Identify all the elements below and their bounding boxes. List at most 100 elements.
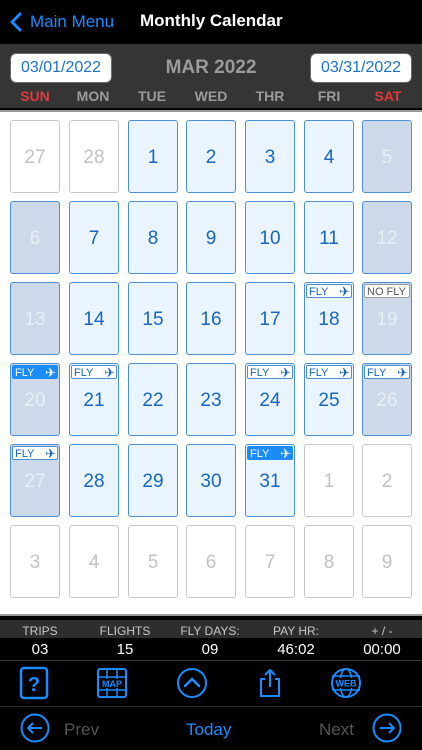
calendar-day-cell[interactable]: 28 <box>69 120 119 193</box>
calendar-day-cell[interactable]: FLY ✈ 18 <box>304 282 354 355</box>
start-date-button[interactable]: 03/01/2022 <box>10 53 112 83</box>
calendar-day-number: 19 <box>376 308 398 330</box>
calendar-day-cell[interactable]: FLY ✈ 20 <box>10 363 60 436</box>
stat-pay-hr-value: 46:02 <box>277 641 315 658</box>
end-date-button[interactable]: 03/31/2022 <box>310 53 412 83</box>
calendar-day-number: 8 <box>323 551 335 573</box>
bottom-nav: Prev Today Next <box>0 706 422 750</box>
stat-plus-minus-label: + / - <box>371 624 393 638</box>
calendar-day-cell[interactable]: 14 <box>69 282 119 355</box>
calendar-day-cell[interactable]: 23 <box>186 363 236 436</box>
calendar-day-cell[interactable]: 28 <box>69 444 119 517</box>
calendar-day-cell[interactable]: 22 <box>128 363 178 436</box>
chevron-left-icon <box>10 12 22 32</box>
calendar-day-cell[interactable]: 3 <box>10 525 60 598</box>
badge-label: FLY <box>250 367 270 379</box>
prev-button[interactable]: Prev <box>64 720 99 740</box>
map-button[interactable]: MAP <box>94 665 130 701</box>
prev-arrow-icon[interactable] <box>20 713 50 743</box>
calendar-day-number: 1 <box>147 146 159 168</box>
fly-badge: FLY ✈ <box>306 284 352 298</box>
calendar-day-cell[interactable]: 9 <box>362 525 412 598</box>
back-button[interactable]: Main Menu <box>10 9 114 35</box>
airplane-icon: ✈ <box>104 365 115 380</box>
calendar-day-cell[interactable]: FLY ✈ 21 <box>69 363 119 436</box>
calendar-day-number: 30 <box>200 470 222 492</box>
calendar-day-cell[interactable]: FLY ✈ 24 <box>245 363 295 436</box>
calendar-day-number: 9 <box>381 551 393 573</box>
scroll-up-button[interactable] <box>174 665 210 701</box>
calendar-day-cell[interactable]: 13 <box>10 282 60 355</box>
badge-label: FLY <box>250 448 270 460</box>
calendar-day-cell[interactable]: 11 <box>304 201 354 274</box>
calendar-day-cell[interactable]: 3 <box>245 120 295 193</box>
calendar-day-cell[interactable]: 4 <box>304 120 354 193</box>
calendar-day-cell[interactable]: 8 <box>128 201 178 274</box>
calendar-day-number: 28 <box>83 146 105 168</box>
calendar-day-cell[interactable]: 9 <box>186 201 236 274</box>
calendar-day-number: 7 <box>264 551 276 573</box>
calendar-day-cell[interactable]: FLY ✈ 31 <box>245 444 295 517</box>
calendar-day-number: 1 <box>323 470 335 492</box>
calendar-day-cell[interactable]: 27 <box>10 120 60 193</box>
calendar-day-cell[interactable]: 4 <box>69 525 119 598</box>
calendar-day-cell[interactable]: 5 <box>128 525 178 598</box>
next-button[interactable]: Next <box>319 720 354 740</box>
airplane-icon: ✈ <box>45 365 56 380</box>
help-icon: ? <box>19 666 49 700</box>
calendar-day-cell[interactable]: 6 <box>10 201 60 274</box>
calendar-day-cell[interactable]: 8 <box>304 525 354 598</box>
share-button[interactable] <box>252 665 288 701</box>
calendar-header: 03/01/2022 MAR 2022 03/31/2022 SUN MON T… <box>0 44 422 108</box>
page-title: Monthly Calendar <box>140 11 283 30</box>
calendar-day-cell[interactable]: 15 <box>128 282 178 355</box>
chevron-up-icon <box>177 668 207 698</box>
calendar-day-number: 11 <box>319 227 339 249</box>
calendar-day-cell[interactable]: 29 <box>128 444 178 517</box>
dow-sun: SUN <box>20 88 50 104</box>
calendar-day-number: 17 <box>259 308 281 330</box>
calendar-day-cell[interactable]: 16 <box>186 282 236 355</box>
web-icon-label: WEB <box>336 679 357 689</box>
calendar-day-number: 2 <box>205 146 217 168</box>
calendar-day-cell[interactable]: 1 <box>304 444 354 517</box>
badge-label: FLY <box>15 367 35 379</box>
dow-wed: WED <box>194 88 228 104</box>
calendar-day-cell[interactable]: 5 <box>362 120 412 193</box>
help-button[interactable]: ? <box>16 665 52 701</box>
fly-badge: FLY ✈ <box>306 365 352 379</box>
calendar-day-number: 23 <box>200 389 222 411</box>
stat-flights-value: 15 <box>116 641 134 658</box>
dow-sat: SAT <box>374 88 402 104</box>
dow-thr: THR <box>255 88 285 104</box>
calendar-day-cell[interactable]: 2 <box>362 444 412 517</box>
next-arrow-icon[interactable] <box>372 713 402 743</box>
calendar-day-cell[interactable]: FLY ✈ 26 <box>362 363 412 436</box>
today-button[interactable]: Today <box>186 720 231 740</box>
calendar-day-cell[interactable]: 1 <box>128 120 178 193</box>
airplane-icon: ✈ <box>280 446 291 461</box>
calendar-day-number: 21 <box>83 389 105 411</box>
calendar-day-number: 31 <box>259 470 281 492</box>
calendar-day-cell[interactable]: 2 <box>186 120 236 193</box>
calendar-day-cell[interactable]: 30 <box>186 444 236 517</box>
airplane-icon: ✈ <box>397 365 408 380</box>
calendar-day-cell[interactable]: FLY ✈ 27 <box>10 444 60 517</box>
calendar-day-cell[interactable]: NO FLY 19 <box>362 282 412 355</box>
calendar-day-cell[interactable]: 10 <box>245 201 295 274</box>
badge-label: FLY <box>15 448 35 460</box>
calendar-day-number: 25 <box>318 389 340 411</box>
calendar-day-number: 14 <box>83 308 105 330</box>
web-button[interactable]: WEB <box>328 665 364 701</box>
calendar-day-number: 27 <box>24 146 46 168</box>
calendar-day-number: 12 <box>376 227 398 249</box>
calendar-day-cell[interactable]: 7 <box>69 201 119 274</box>
calendar-day-cell[interactable]: 17 <box>245 282 295 355</box>
no-fly-badge: NO FLY <box>364 284 410 298</box>
toolbar: ? MAP WEB <box>0 660 422 704</box>
calendar-day-cell[interactable]: 12 <box>362 201 412 274</box>
calendar-day-number: 5 <box>381 146 393 168</box>
calendar-day-cell[interactable]: 7 <box>245 525 295 598</box>
calendar-day-cell[interactable]: 6 <box>186 525 236 598</box>
calendar-day-cell[interactable]: FLY ✈ 25 <box>304 363 354 436</box>
